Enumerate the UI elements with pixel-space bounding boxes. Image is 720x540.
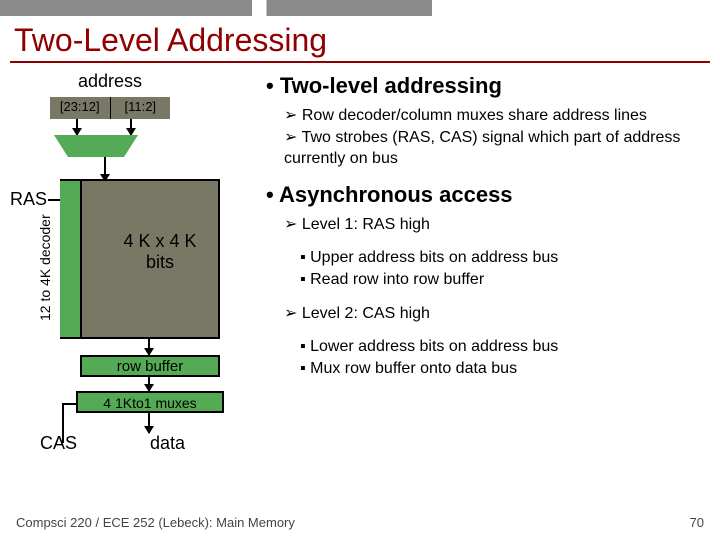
page-number: 70 <box>690 515 704 530</box>
h2-text: Asynchronous access <box>279 182 513 207</box>
diagram-column: address [23:12] [11:2] 12 to 4K decoder … <box>10 71 260 471</box>
row-buffer-box: row buffer <box>80 355 220 377</box>
content-area: address [23:12] [11:2] 12 to 4K decoder … <box>0 63 720 471</box>
row-decoder-box <box>60 179 82 339</box>
footer: Compsci 220 / ECE 252 (Lebeck): Main Mem… <box>0 515 720 530</box>
list-item: Read row into row buffer <box>300 269 710 291</box>
list-item: Level 2: CAS high <box>284 303 710 325</box>
arrow-icon <box>104 157 106 181</box>
top-stripe <box>0 0 720 16</box>
list-item: Lower address bits on address bus <box>300 336 710 358</box>
data-label: data <box>150 433 185 454</box>
address-bits-box: [23:12] [11:2] <box>50 97 170 119</box>
two-level-diagram: address [23:12] [11:2] 12 to 4K decoder … <box>10 71 260 471</box>
ras-label: RAS <box>10 189 47 210</box>
arrow-icon <box>148 339 150 355</box>
memory-array-label: 4 K x 4 K bits <box>110 231 210 273</box>
list-item: Mux row buffer onto data bus <box>300 358 710 380</box>
address-label: address <box>78 71 142 92</box>
cas-wire <box>62 403 64 443</box>
cas-wire <box>62 403 76 405</box>
column-mux-box: 4 1Kto1 muxes <box>76 391 224 413</box>
mux-trapezoid <box>54 135 138 157</box>
footer-left: Compsci 220 / ECE 252 (Lebeck): Main Mem… <box>16 515 295 530</box>
sub-sub-list: Lower address bits on address bus Mux ro… <box>266 336 710 379</box>
sub-list: Row decoder/column muxes share address l… <box>266 105 710 170</box>
sub-sub-list: Upper address bits on address bus Read r… <box>266 247 710 290</box>
arrow-icon <box>148 413 150 433</box>
arrow-icon <box>130 119 132 135</box>
bits-low: [11:2] <box>111 97 171 119</box>
list-item: Row decoder/column muxes share address l… <box>284 105 710 127</box>
bullet-heading: • Two-level addressing <box>266 73 710 99</box>
sub-list: Level 1: RAS high <box>266 214 710 236</box>
text-column: • Two-level addressing Row decoder/colum… <box>260 73 710 471</box>
arrow-icon <box>148 376 150 391</box>
bullet-heading: • Asynchronous access <box>266 182 710 208</box>
ras-wire <box>48 199 60 201</box>
list-item: Upper address bits on address bus <box>300 247 710 269</box>
list-item: Level 1: RAS high <box>284 214 710 236</box>
slide-title: Two-Level Addressing <box>0 16 720 61</box>
arrow-icon <box>76 119 78 135</box>
bits-high: [23:12] <box>50 97 111 119</box>
cas-label: CAS <box>40 433 77 454</box>
row-decoder-label: 12 to 4K decoder <box>37 214 53 321</box>
h1-text: Two-level addressing <box>280 73 502 98</box>
sub-list: Level 2: CAS high <box>266 303 710 325</box>
list-item: Two strobes (RAS, CAS) signal which part… <box>284 127 710 170</box>
